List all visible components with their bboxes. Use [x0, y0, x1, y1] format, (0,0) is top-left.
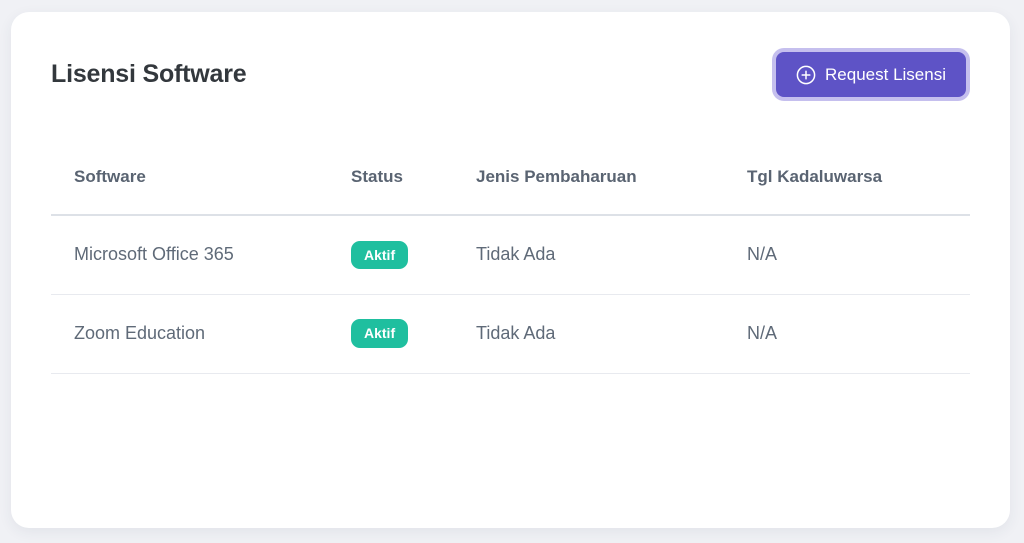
cell-software: Microsoft Office 365: [51, 215, 351, 295]
table-row: Microsoft Office 365 Aktif Tidak Ada N/A: [51, 215, 970, 295]
plus-circle-icon: [796, 65, 816, 85]
table-row: Zoom Education Aktif Tidak Ada N/A: [51, 294, 970, 374]
column-header-status: Status: [351, 139, 476, 216]
license-table: Software Status Jenis Pembaharuan Tgl Ka…: [51, 139, 970, 374]
cell-tgl-kadaluwarsa: N/A: [747, 294, 970, 374]
cell-jenis-pembaharuan: Tidak Ada: [476, 294, 747, 374]
cell-tgl-kadaluwarsa: N/A: [747, 215, 970, 295]
table-header-row: Software Status Jenis Pembaharuan Tgl Ka…: [51, 139, 970, 216]
page-title: Lisensi Software: [51, 60, 247, 88]
status-badge: Aktif: [351, 319, 409, 348]
status-badge: Aktif: [351, 240, 409, 269]
column-header-jenis-pembaharuan: Jenis Pembaharuan: [476, 139, 747, 216]
column-header-software: Software: [51, 139, 351, 216]
cell-status: Aktif: [351, 215, 476, 295]
card-header: Lisensi Software Request Lisensi: [51, 48, 970, 101]
request-lisensi-button[interactable]: Request Lisensi: [776, 52, 966, 97]
request-lisensi-label: Request Lisensi: [825, 64, 946, 84]
cell-status: Aktif: [351, 294, 476, 374]
cell-software: Zoom Education: [51, 294, 351, 374]
cell-jenis-pembaharuan: Tidak Ada: [476, 215, 747, 295]
column-header-tgl-kadaluwarsa: Tgl Kadaluwarsa: [747, 139, 970, 216]
lisensi-software-card: Lisensi Software Request Lisensi Softwar…: [11, 12, 1010, 528]
